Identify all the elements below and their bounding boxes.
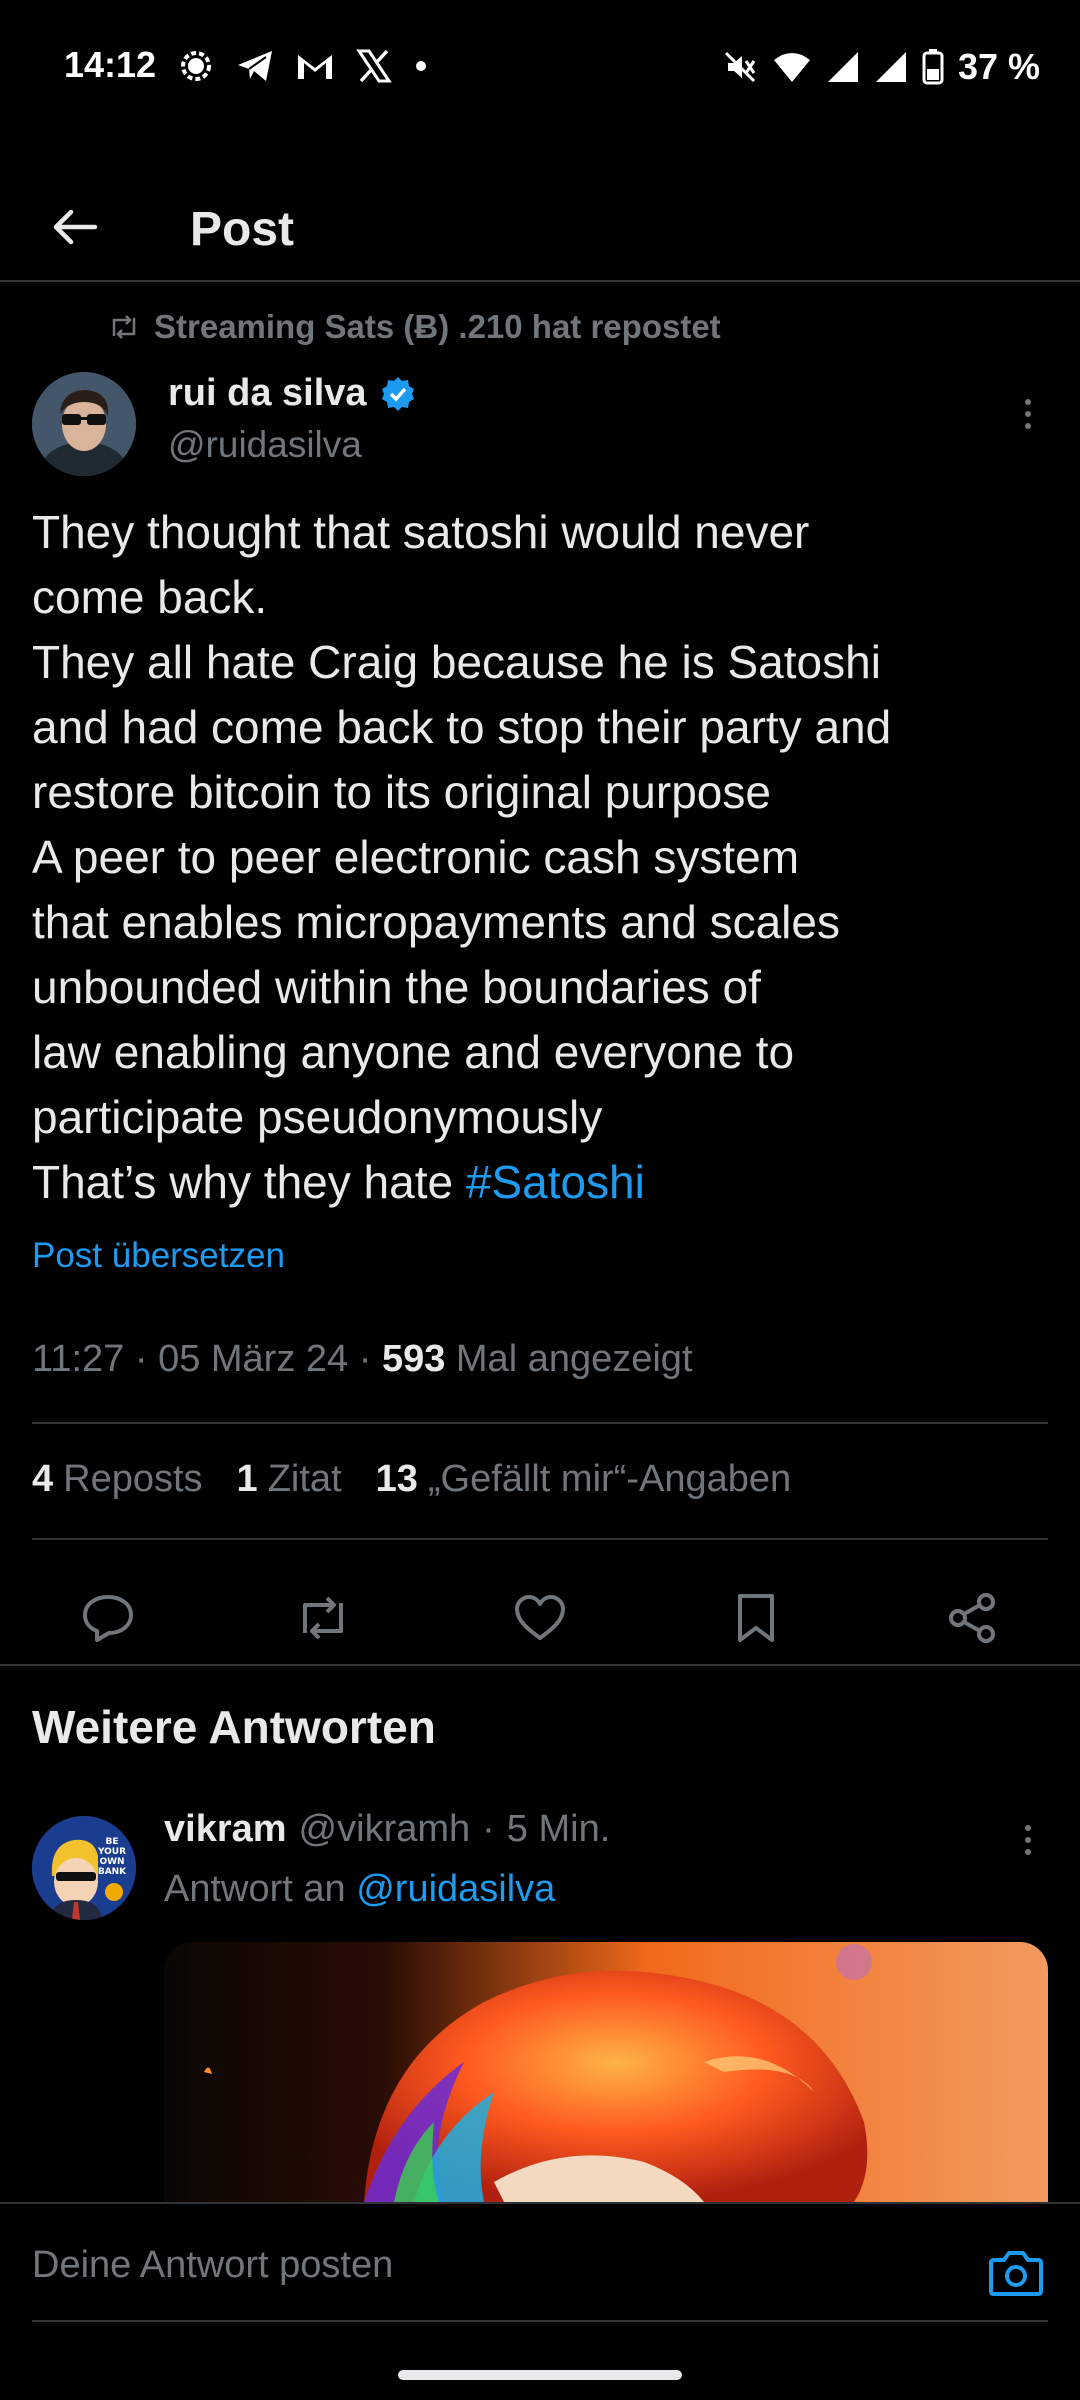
post-meta: 11:27 · 05 März 24 · 593 Mal angezeigt: [32, 1338, 693, 1380]
bookmark-icon: [738, 1594, 774, 1642]
dot-icon: [416, 61, 426, 71]
avatar-badge-text: BE: [105, 1837, 118, 1847]
reply-to-handle[interactable]: @ruidasilva: [356, 1868, 555, 1910]
reply-input[interactable]: Deine Antwort posten: [32, 2244, 393, 2287]
view-count: 593: [381, 1338, 446, 1380]
bookmark-button[interactable]: [716, 1578, 796, 1658]
translate-link[interactable]: Post übersetzen: [32, 1236, 285, 1276]
like-button[interactable]: [500, 1578, 580, 1658]
author-avatar[interactable]: [32, 372, 136, 476]
more-vertical-icon: [1025, 1825, 1031, 1855]
reply-to-line: Antwort an @ruidasilva: [164, 1868, 555, 1911]
reposts-stat[interactable]: 4 Reposts: [32, 1458, 203, 1501]
gmail-icon: [298, 55, 332, 79]
telegram-icon: [238, 51, 272, 81]
likes-stat[interactable]: 13 „Gefällt mir“-Angaben: [376, 1458, 792, 1501]
arrow-left-icon: [53, 209, 98, 245]
signal-app-icon: [181, 51, 211, 81]
reply-composer: Deine Antwort posten: [0, 2202, 1080, 2400]
cell-signal-icon: [827, 52, 858, 82]
battery-icon: [922, 49, 944, 85]
divider: [32, 1422, 1048, 1424]
home-indicator[interactable]: [398, 2370, 682, 2380]
battery-percent: 37 %: [957, 46, 1040, 87]
repost-icon: [303, 1596, 343, 1640]
repost-icon: [112, 315, 136, 339]
more-vertical-icon: [1025, 399, 1031, 429]
heart-icon: [515, 1595, 565, 1640]
reply-more-button[interactable]: [1008, 1820, 1048, 1860]
svg-text:BANK: BANK: [98, 1867, 127, 1877]
reply-media-image[interactable]: [164, 1942, 1048, 2202]
status-time: 14:12: [64, 44, 157, 85]
reply-avatar[interactable]: BE YOUR OWN BANK: [32, 1816, 136, 1920]
reposts-count: 4: [32, 1458, 54, 1500]
page-title: Post: [190, 203, 295, 256]
more-replies-heading: Weitere Antworten: [32, 1701, 436, 1753]
camera-button[interactable]: [988, 2248, 1044, 2304]
system-icons: 37 %: [722, 46, 1040, 88]
quotes-stat[interactable]: 1 Zitat: [237, 1458, 342, 1501]
quotes-label: Zitat: [267, 1458, 342, 1500]
repost-button[interactable]: [283, 1578, 363, 1658]
wifi-icon: [773, 53, 810, 82]
author-name[interactable]: rui da silva: [168, 372, 417, 415]
reply-time: 5 Min.: [506, 1808, 611, 1850]
share-icon: [949, 1593, 995, 1643]
author-name-text: rui da silva: [168, 372, 367, 414]
likes-label: „Gefällt mir“-Angaben: [427, 1458, 792, 1500]
post-text: They thought that satoshi would never co…: [32, 500, 1052, 1215]
post-date: 05 März 24: [158, 1338, 349, 1380]
likes-count: 13: [375, 1458, 418, 1500]
status-bar: 14:12 37 %: [0, 0, 1080, 135]
x-icon: [356, 49, 392, 83]
comment-icon: [83, 1595, 133, 1642]
post-body: They thought that satoshi would never co…: [32, 506, 892, 1208]
repost-indicator[interactable]: Streaming Sats (Ƀ) .210 hat repostet: [108, 308, 721, 346]
reposts-label: Reposts: [63, 1458, 203, 1500]
divider: [32, 1538, 1048, 1540]
back-button[interactable]: [40, 192, 110, 262]
hashtag-link[interactable]: #Satoshi: [466, 1156, 645, 1208]
mute-icon: [724, 51, 756, 83]
repost-text: Streaming Sats (Ƀ) .210 hat repostet: [154, 308, 721, 345]
post-actions: [0, 1568, 1080, 1668]
engagement-stats: 4 Reposts 1 Zitat 13 „Gefällt mir“-Angaben: [32, 1458, 791, 1501]
composer-underline: [32, 2320, 1048, 2322]
notification-icons: [178, 48, 428, 84]
camera-icon: [989, 2251, 1043, 2296]
quotes-count: 1: [236, 1458, 258, 1500]
post-time: 11:27: [32, 1338, 125, 1380]
view-label: Mal angezeigt: [455, 1338, 693, 1380]
reply-separator: ·: [482, 1808, 495, 1850]
reply-author-name[interactable]: vikram: [164, 1808, 287, 1851]
reply-button[interactable]: [68, 1578, 148, 1658]
svg-text:YOUR: YOUR: [97, 1847, 126, 1857]
svg-text:OWN: OWN: [99, 1857, 124, 1867]
author-handle[interactable]: @ruidasilva: [168, 424, 362, 466]
reply-header: vikram @vikramh · 5 Min.: [164, 1808, 610, 1851]
top-app-bar: Post: [0, 180, 1080, 282]
reply-author-handle[interactable]: @vikramh: [299, 1808, 471, 1851]
share-button[interactable]: [932, 1578, 1012, 1658]
verified-badge-icon: [381, 376, 414, 411]
reply-to-label: Antwort an: [164, 1868, 346, 1910]
post-more-button[interactable]: [1008, 394, 1048, 434]
cell-signal-icon: [875, 52, 906, 82]
section-divider: [0, 1664, 1080, 1666]
